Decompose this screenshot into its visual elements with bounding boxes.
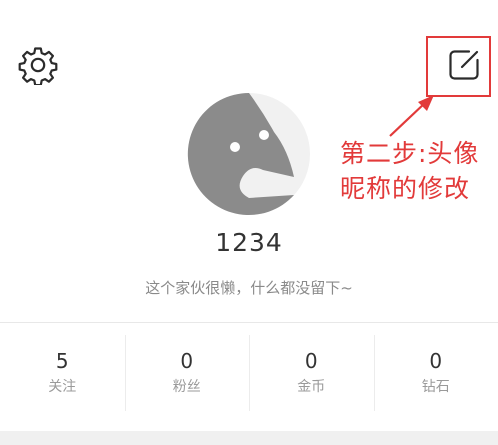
edit-profile-button[interactable]: [443, 44, 485, 86]
settings-button[interactable]: [17, 44, 59, 86]
stats-bar: 5 关注 0 粉丝 0 金币 0 钻石: [0, 323, 498, 423]
stat-diamonds[interactable]: 0 钻石: [373, 323, 498, 423]
stat-following[interactable]: 5 关注: [0, 323, 125, 423]
annotation-text: 第二步:头像 昵称的修改: [340, 136, 490, 206]
annotation-arrow-icon: [389, 95, 434, 137]
gear-icon: [18, 47, 58, 85]
stat-value: 5: [55, 349, 69, 373]
stat-label: 关注: [48, 379, 77, 395]
default-avatar-face-icon[interactable]: [187, 92, 311, 216]
stat-label: 金币: [297, 379, 326, 395]
stat-fans[interactable]: 0 粉丝: [124, 323, 250, 423]
stat-value: 0: [180, 349, 194, 373]
stat-label: 粉丝: [172, 379, 201, 395]
stat-coins[interactable]: 0 金币: [249, 323, 374, 423]
stat-label: 钻石: [421, 379, 450, 395]
bio-text: 这个家伙很懒，什么都没留下~: [145, 279, 353, 297]
edit-square-icon: [449, 50, 479, 80]
annotation-line-1: 第二步:头像: [340, 139, 480, 168]
stat-value: 0: [304, 349, 318, 373]
annotation-line-2: 昵称的修改: [340, 174, 471, 203]
username: 1234: [215, 228, 283, 257]
stat-value: 0: [429, 349, 443, 373]
section-separator: [0, 431, 498, 445]
profile-screen: 第二步:头像 昵称的修改 1234 这个家伙很懒，什么都没留下~ 5 关注 0 …: [0, 0, 498, 445]
